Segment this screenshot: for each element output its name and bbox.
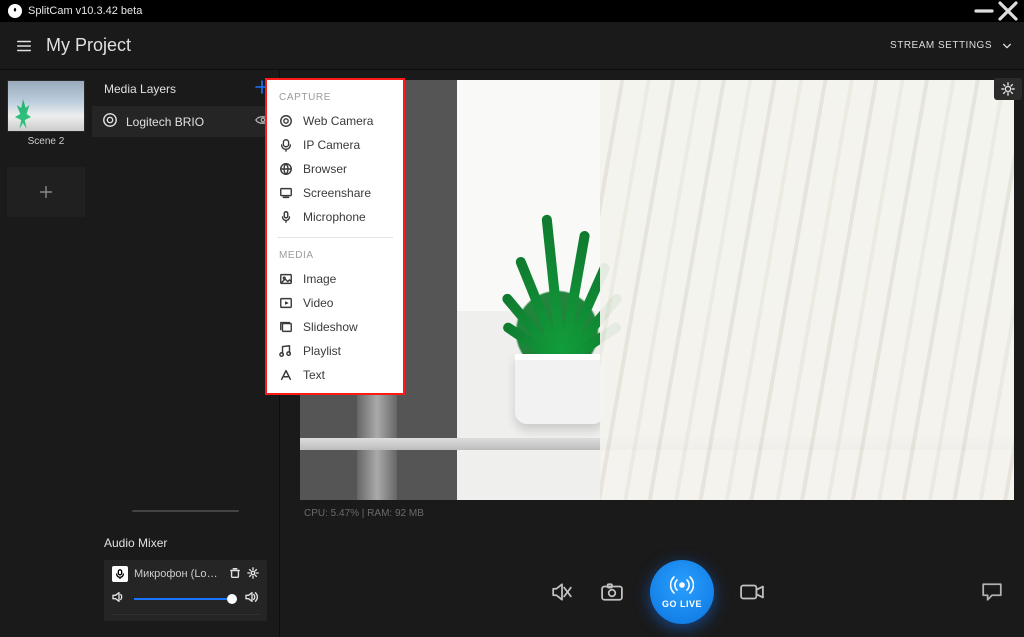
menu-item-label: Screenshare bbox=[303, 186, 371, 200]
scene-thumbnail[interactable] bbox=[7, 80, 85, 132]
project-title: My Project bbox=[46, 35, 131, 56]
menu-item-ip-camera[interactable]: IP Camera bbox=[267, 133, 403, 157]
layers-header: Media Layers bbox=[104, 82, 176, 96]
project-bar: My Project STREAM SETTINGS bbox=[0, 22, 1024, 70]
menu-item-video[interactable]: Video bbox=[267, 291, 403, 315]
stream-settings-button[interactable]: STREAM SETTINGS bbox=[890, 40, 1012, 51]
menu-item-label: Playlist bbox=[303, 344, 341, 358]
window-title: SplitCam v10.3.42 beta bbox=[28, 5, 142, 17]
menu-item-screenshare[interactable]: Screenshare bbox=[267, 181, 403, 205]
audio-channel-name: Микрофон (Logitech... bbox=[134, 568, 223, 580]
delete-channel-button[interactable] bbox=[229, 567, 241, 582]
menu-item-label: Text bbox=[303, 368, 325, 382]
layers-scrollbar[interactable] bbox=[92, 466, 279, 526]
app-icon bbox=[8, 4, 22, 18]
menu-item-microphone[interactable]: Microphone bbox=[267, 205, 403, 229]
menu-item-web-camera[interactable]: Web Camera bbox=[267, 109, 403, 133]
record-button[interactable] bbox=[740, 580, 764, 604]
menu-item-label: IP Camera bbox=[303, 138, 360, 152]
scene-label: Scene 2 bbox=[28, 136, 65, 147]
audio-channel: Микрофон (Logitech... bbox=[104, 560, 267, 621]
window-minimize-button[interactable] bbox=[972, 0, 996, 22]
menu-item-label: Browser bbox=[303, 162, 347, 176]
volume-slider[interactable] bbox=[134, 592, 237, 606]
mute-audio-button[interactable] bbox=[550, 580, 574, 604]
audio-mixer-header: Audio Mixer bbox=[104, 536, 267, 550]
titlebar: SplitCam v10.3.42 beta bbox=[0, 0, 1024, 22]
layers-panel: Media Layers Logitech BRIO Audio Mixer bbox=[92, 70, 280, 637]
snapshot-button[interactable] bbox=[600, 580, 624, 604]
preview-viewport[interactable] bbox=[300, 80, 1014, 500]
go-live-button[interactable]: GO LIVE bbox=[650, 560, 714, 624]
layer-name: Logitech BRIO bbox=[126, 115, 247, 129]
menu-item-browser[interactable]: Browser bbox=[267, 157, 403, 181]
menu-item-label: Slideshow bbox=[303, 320, 358, 334]
monitor-button[interactable] bbox=[245, 590, 259, 608]
mute-button[interactable] bbox=[112, 590, 126, 608]
status-text: CPU: 5.47% | RAM: 92 MB bbox=[300, 500, 1014, 519]
chevron-down-icon bbox=[1002, 41, 1012, 51]
microphone-icon bbox=[112, 566, 128, 582]
layer-row[interactable]: Logitech BRIO bbox=[92, 106, 279, 137]
broadcast-icon bbox=[670, 575, 694, 597]
menu-button[interactable] bbox=[8, 30, 40, 62]
menu-item-text[interactable]: Text bbox=[267, 363, 403, 387]
menu-item-image[interactable]: Image bbox=[267, 267, 403, 291]
bottom-toolbar: GO LIVE bbox=[300, 547, 1014, 637]
menu-item-slideshow[interactable]: Slideshow bbox=[267, 315, 403, 339]
menu-item-label: Microphone bbox=[303, 210, 366, 224]
menu-item-playlist[interactable]: Playlist bbox=[267, 339, 403, 363]
window-close-button[interactable] bbox=[996, 0, 1020, 22]
menu-item-label: Web Camera bbox=[303, 114, 373, 128]
menu-item-label: Image bbox=[303, 272, 336, 286]
menu-group-label: CAPTURE bbox=[267, 88, 403, 109]
add-source-menu: CAPTURE Web Camera IP Camera Browser Scr… bbox=[265, 78, 405, 395]
go-live-label: GO LIVE bbox=[662, 599, 702, 609]
menu-item-label: Video bbox=[303, 296, 333, 310]
chat-button[interactable] bbox=[980, 580, 1004, 604]
stream-settings-label: STREAM SETTINGS bbox=[890, 40, 992, 51]
brightness-button[interactable] bbox=[994, 78, 1022, 100]
audio-mixer-panel: Audio Mixer Микрофон (Logitech... bbox=[92, 526, 279, 637]
menu-group-label: MEDIA bbox=[267, 246, 403, 267]
camera-icon bbox=[102, 112, 118, 131]
scenes-panel: Scene 2 bbox=[0, 70, 92, 637]
channel-settings-button[interactable] bbox=[247, 567, 259, 582]
add-scene-button[interactable] bbox=[7, 167, 85, 217]
